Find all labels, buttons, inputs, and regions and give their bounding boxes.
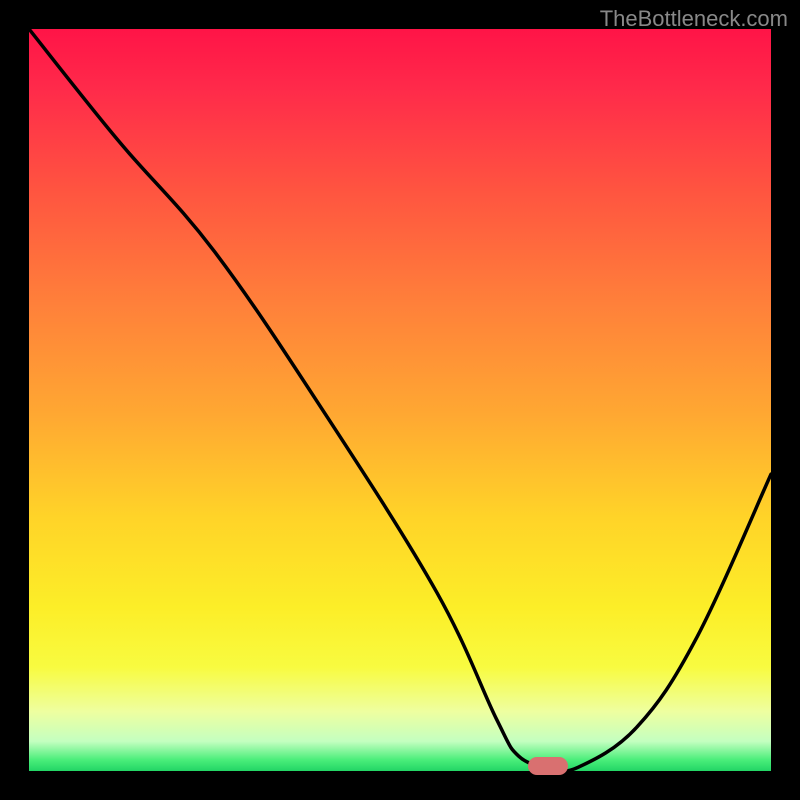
chart-plot-area bbox=[29, 29, 771, 771]
watermark-text: TheBottleneck.com bbox=[600, 6, 788, 32]
bottleneck-curve bbox=[29, 29, 771, 771]
optimal-marker bbox=[528, 757, 568, 775]
